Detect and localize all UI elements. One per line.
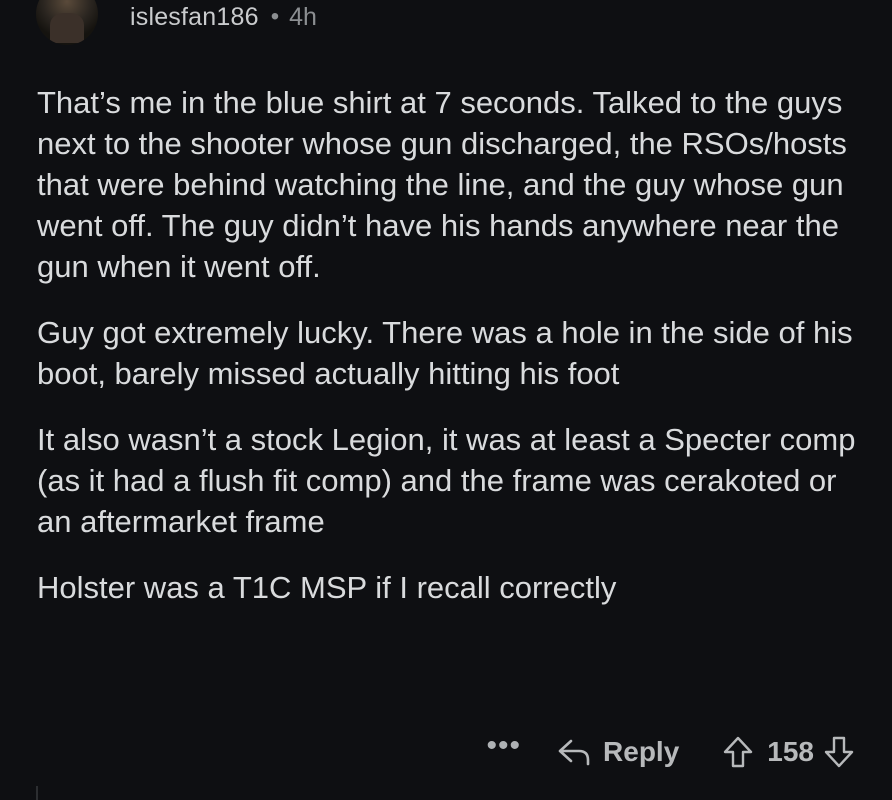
username[interactable]: islesfan186 (130, 3, 259, 32)
downvote-button[interactable] (824, 736, 854, 768)
upvote-arrow-icon (724, 736, 753, 768)
more-options-button[interactable]: ••• (487, 729, 522, 763)
reply-arrow-icon (558, 739, 590, 766)
comment-paragraph: That’s me in the blue shirt at 7 seconds… (37, 85, 847, 284)
downvote-arrow-icon (824, 736, 854, 768)
upvote-button[interactable] (723, 736, 753, 768)
comment-body: That’s me in the blue shirt at 7 seconds… (37, 82, 867, 633)
reply-button[interactable]: Reply (557, 736, 679, 768)
comment-header: islesfan186 • 4h (36, 0, 317, 50)
thread-line (36, 786, 38, 800)
reply-label: Reply (603, 736, 680, 767)
separator-dot: • (270, 3, 280, 30)
comment-actions: ••• Reply 158 (487, 729, 854, 774)
comment-paragraph: It also wasn’t a stock Legion, it was at… (37, 422, 856, 539)
avatar[interactable] (36, 0, 98, 45)
comment-paragraph: Guy got extremely lucky. There was a hol… (37, 315, 853, 391)
vote-score: 158 (767, 736, 814, 767)
comment-age: 4h (289, 2, 317, 31)
comment-paragraph: Holster was a T1C MSP if I recall correc… (37, 570, 617, 605)
